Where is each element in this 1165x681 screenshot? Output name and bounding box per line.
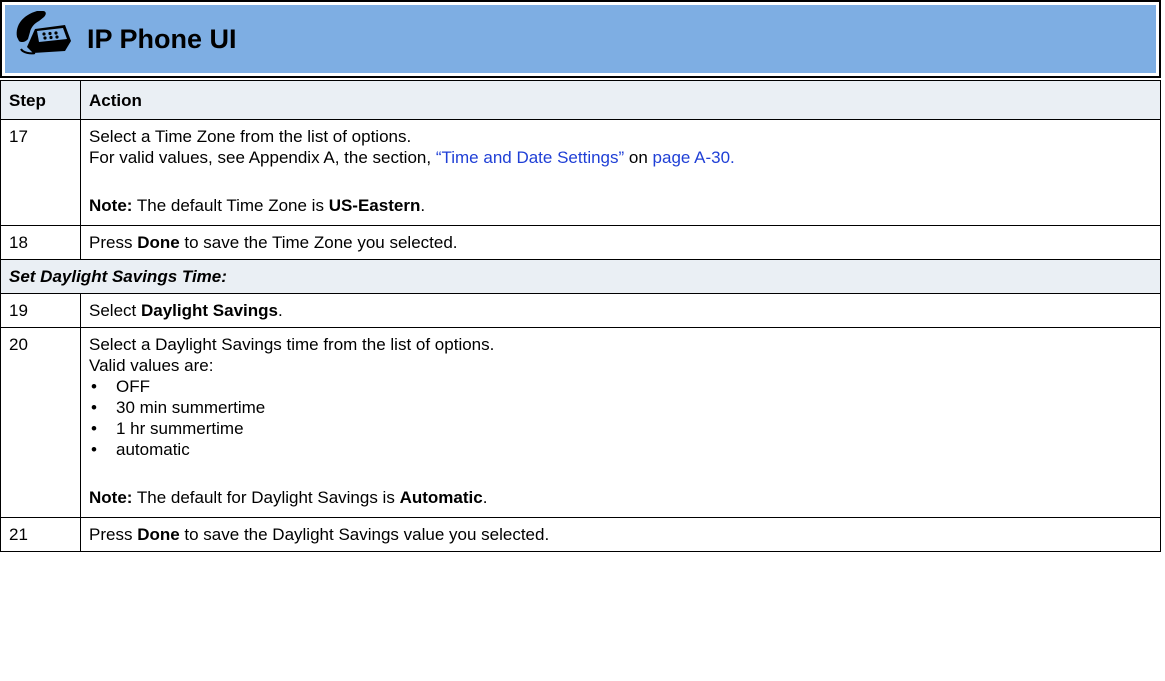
phone-icon xyxy=(16,11,71,55)
cross-reference-link[interactable]: “Time and Date Settings” xyxy=(436,148,624,167)
table-row: 18 Press Done to save the Time Zone you … xyxy=(0,225,1161,260)
table-row: 19 Select Daylight Savings. xyxy=(0,293,1161,328)
page-reference-link[interactable]: page A-30. xyxy=(653,148,735,167)
step-action: Select Daylight Savings. xyxy=(80,293,1161,328)
step-action: Select a Time Zone from the list of opti… xyxy=(80,119,1161,226)
list-item: OFF xyxy=(89,376,1152,397)
list-item: automatic xyxy=(89,439,1152,460)
steps-table: Step Action 17 Select a Time Zone from t… xyxy=(0,80,1161,552)
column-header-action: Action xyxy=(80,80,1161,120)
step-number: 19 xyxy=(0,293,81,328)
table-row: 17 Select a Time Zone from the list of o… xyxy=(0,119,1161,226)
action-text: Valid values are: xyxy=(89,356,214,375)
action-text: Select a Daylight Savings time from the … xyxy=(89,335,495,354)
table-header-row: Step Action xyxy=(0,80,1161,120)
step-number: 21 xyxy=(0,517,81,552)
options-list: OFF 30 min summertime 1 hr summertime au… xyxy=(89,376,1152,460)
section-row: Set Daylight Savings Time: xyxy=(0,259,1161,294)
section-banner: IP Phone UI xyxy=(0,0,1161,78)
section-title: IP Phone UI xyxy=(87,23,237,54)
table-row: 20 Select a Daylight Savings time from t… xyxy=(0,327,1161,518)
step-number: 17 xyxy=(0,119,81,226)
step-action: Select a Daylight Savings time from the … xyxy=(80,327,1161,518)
action-text: For valid values, see Appendix A, the se… xyxy=(89,148,735,167)
action-text: Select a Time Zone from the list of opti… xyxy=(89,127,412,146)
step-number: 18 xyxy=(0,225,81,260)
note-text: Note: The default for Daylight Savings i… xyxy=(89,488,488,507)
step-action: Press Done to save the Daylight Savings … xyxy=(80,517,1161,552)
section-label: Set Daylight Savings Time: xyxy=(0,259,1161,294)
list-item: 1 hr summertime xyxy=(89,418,1152,439)
table-row: 21 Press Done to save the Daylight Savin… xyxy=(0,517,1161,552)
note-text: Note: The default Time Zone is US-Easter… xyxy=(89,196,426,215)
banner-background: IP Phone UI xyxy=(5,5,1156,73)
column-header-step: Step xyxy=(0,80,81,120)
step-number: 20 xyxy=(0,327,81,518)
list-item: 30 min summertime xyxy=(89,397,1152,418)
step-action: Press Done to save the Time Zone you sel… xyxy=(80,225,1161,260)
